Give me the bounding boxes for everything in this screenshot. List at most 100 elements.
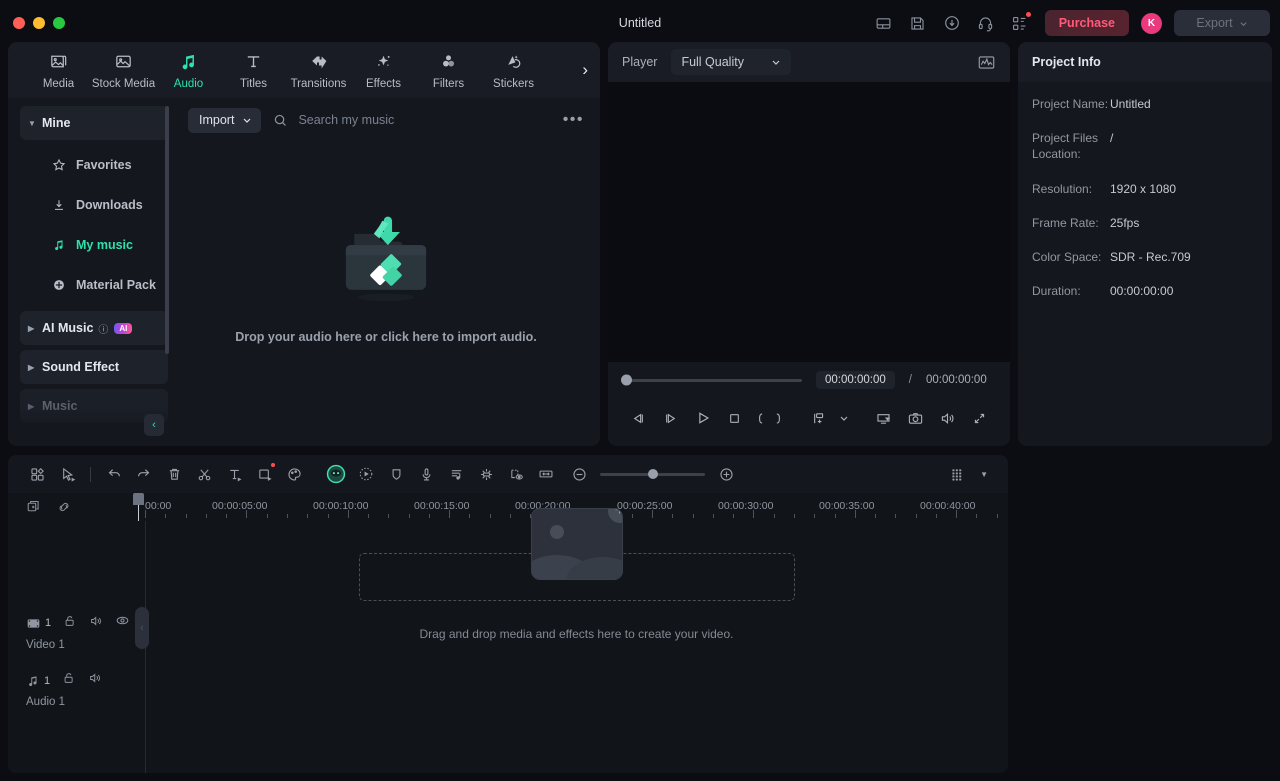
sidebar-item-material-pack[interactable]: Material Pack — [16, 265, 172, 305]
text-tool-icon[interactable] — [219, 460, 249, 488]
sidebar-group-sound-effect[interactable]: ▶ Sound Effect — [20, 350, 168, 384]
ruler-tick — [347, 510, 349, 518]
zoom-out-button[interactable] — [567, 460, 591, 488]
prev-frame-button[interactable] — [624, 403, 654, 433]
add-track-icon[interactable] — [26, 499, 42, 515]
timeline-scroll-handle[interactable]: ‹ — [135, 607, 149, 649]
lock-icon[interactable] — [62, 671, 76, 690]
color-palette-icon[interactable] — [279, 460, 309, 488]
quality-select[interactable]: Full Quality — [671, 49, 792, 75]
player-stage[interactable] — [608, 82, 1010, 362]
crop-tool-icon[interactable] — [249, 460, 279, 488]
audio-dropzone[interactable]: Drop your audio here or click here to im… — [172, 142, 600, 446]
current-timecode[interactable]: 00:00:00:00 — [816, 371, 895, 389]
redo-icon[interactable] — [129, 460, 159, 488]
export-button[interactable]: Export — [1174, 10, 1270, 36]
tab-stock-media[interactable]: Stock Media — [91, 51, 156, 90]
camera-snapshot-button[interactable] — [900, 403, 930, 433]
mask-shield-icon[interactable] — [381, 460, 411, 488]
collapse-sidebar-button[interactable]: ‹ — [144, 414, 164, 436]
selection-cursor-icon[interactable] — [52, 460, 82, 488]
avatar[interactable]: K — [1141, 12, 1162, 34]
tab-stickers[interactable]: Stickers — [481, 51, 546, 90]
sidebar-item-downloads[interactable]: Downloads — [16, 185, 172, 225]
ruler-tick — [408, 514, 410, 518]
timeline-panel: 00:00 00:00:05:00 00:00:10:00 00:00:15:0… — [8, 493, 1008, 773]
zoom-slider[interactable] — [600, 469, 705, 479]
tab-media[interactable]: Media — [26, 51, 91, 90]
search-input[interactable] — [298, 113, 539, 127]
sidebar-group-label: Sound Effect — [42, 360, 120, 374]
import-button[interactable]: Import — [188, 107, 262, 133]
sidebar-item-favorites[interactable]: Favorites — [16, 145, 172, 185]
tab-effects[interactable]: Effects — [351, 51, 416, 90]
help-icon[interactable]: ⓘ — [98, 321, 108, 336]
split-scissors-icon[interactable] — [189, 460, 219, 488]
fit-timeline-icon[interactable] — [531, 460, 561, 488]
record-voiceover-icon[interactable] — [411, 460, 441, 488]
fullscreen-button[interactable] — [964, 403, 994, 433]
link-clips-icon[interactable] — [56, 499, 72, 515]
auto-reframe-icon[interactable] — [351, 460, 381, 488]
grid-apps-icon[interactable] — [22, 460, 52, 488]
delete-trash-icon[interactable] — [159, 460, 189, 488]
info-row: Duration: 00:00:00:00 — [1032, 283, 1272, 299]
ruler-tick — [165, 514, 167, 518]
headset-icon[interactable] — [971, 8, 1001, 38]
track-header-audio-1: 1 Audio 1 — [8, 671, 138, 708]
seek-knob[interactable] — [621, 374, 632, 386]
layout-icon[interactable] — [869, 8, 899, 38]
snapshot-markers-button[interactable] — [803, 403, 833, 433]
sidebar-item-my-music[interactable]: My music — [16, 225, 172, 265]
ruler-tick — [935, 514, 937, 518]
close-window-button[interactable] — [13, 17, 25, 29]
zoom-in-button[interactable] — [714, 460, 738, 488]
tab-audio[interactable]: Audio — [156, 51, 221, 90]
audio-beat-icon[interactable] — [441, 460, 471, 488]
info-key: Resolution: — [1032, 181, 1093, 196]
play-button[interactable] — [688, 403, 718, 433]
render-preview-button[interactable] — [868, 403, 898, 433]
next-frame-button[interactable] — [656, 403, 686, 433]
cloud-upload-icon[interactable] — [937, 8, 967, 38]
search-icon[interactable] — [273, 113, 288, 128]
lock-icon[interactable] — [63, 614, 77, 633]
sidebar-group-ai-music[interactable]: ▶ AI Music ⓘ AI — [20, 311, 168, 345]
more-options-button[interactable]: ••• — [563, 111, 584, 129]
tab-filters[interactable]: Filters — [416, 51, 481, 90]
zoom-knob[interactable] — [648, 469, 658, 479]
ruler-tick — [854, 510, 856, 518]
keyframe-eye-icon[interactable] — [501, 460, 531, 488]
mark-in-button[interactable] — [752, 403, 769, 433]
minimize-window-button[interactable] — [33, 17, 45, 29]
denoise-icon[interactable] — [471, 460, 501, 488]
playhead[interactable] — [133, 493, 144, 521]
tabs-next-chevron-icon[interactable]: › — [578, 56, 592, 84]
save-icon[interactable] — [903, 8, 933, 38]
timeline-view-grid-icon[interactable] — [942, 460, 972, 488]
smart-assistant-icon[interactable] — [321, 460, 351, 488]
sidebar-scrollbar[interactable] — [165, 106, 169, 354]
maximize-window-button[interactable] — [53, 17, 65, 29]
view-dropdown-caret[interactable]: ▼ — [974, 470, 994, 479]
playhead-handle[interactable] — [133, 493, 144, 505]
dashed-drop-area[interactable]: + — [358, 508, 795, 601]
visibility-eye-icon[interactable] — [115, 613, 130, 633]
tab-transitions[interactable]: Transitions — [286, 50, 351, 90]
stop-button[interactable] — [720, 403, 750, 433]
mark-out-button[interactable] — [771, 403, 788, 433]
thumb-sun-icon — [549, 525, 564, 539]
apps-grid-icon[interactable] — [1005, 8, 1035, 38]
mute-icon[interactable] — [88, 671, 102, 690]
timeline-dropzone[interactable]: + Drag and drop media and effects here t… — [145, 508, 1008, 773]
purchase-button[interactable]: Purchase — [1044, 10, 1129, 36]
waveform-scope-icon[interactable] — [977, 54, 996, 71]
tab-titles[interactable]: Titles — [221, 51, 286, 90]
markers-dropdown[interactable] — [835, 403, 852, 433]
seek-slider[interactable] — [621, 374, 802, 386]
volume-button[interactable] — [932, 403, 962, 433]
undo-icon[interactable] — [99, 460, 129, 488]
sidebar-group-mine[interactable]: ▼ Mine — [20, 106, 168, 140]
track-number: 1 — [44, 674, 51, 687]
mute-icon[interactable] — [89, 614, 103, 633]
